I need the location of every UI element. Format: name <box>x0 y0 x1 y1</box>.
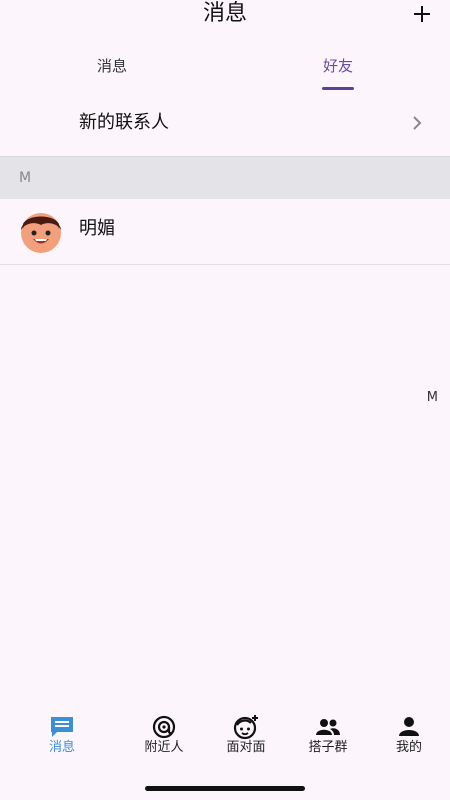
add-button[interactable] <box>408 0 436 28</box>
contact-name: 明媚 <box>79 218 115 239</box>
chat-bubble-icon <box>51 717 73 737</box>
nav-groups[interactable]: 搭子群 <box>288 706 368 766</box>
section-header: M <box>0 156 450 199</box>
active-tab-indicator <box>322 87 354 90</box>
nav-label: 搭子群 <box>308 740 348 755</box>
tab-friends[interactable]: 好友 <box>278 44 398 92</box>
tab-bar: 消息 好友 <box>0 44 450 94</box>
header: 消息 <box>0 0 450 30</box>
at-radar-icon <box>152 715 176 739</box>
avatar <box>21 213 61 253</box>
plus-icon <box>414 6 430 22</box>
nav-messages[interactable]: 消息 <box>22 706 102 766</box>
nav-label: 消息 <box>48 740 75 755</box>
section-letter: M <box>19 170 32 186</box>
contact-row[interactable]: 明媚 <box>0 198 450 265</box>
group-icon <box>316 719 340 735</box>
new-contacts-row[interactable]: 新的联系人 <box>0 100 450 156</box>
tab-messages[interactable]: 消息 <box>52 44 172 92</box>
chevron-right-icon <box>413 116 422 130</box>
nav-label: 我的 <box>395 740 422 755</box>
person-icon <box>399 717 419 736</box>
index-bar-letter[interactable]: M <box>427 390 438 405</box>
nav-profile[interactable]: 我的 <box>369 706 449 766</box>
home-indicator <box>145 786 305 791</box>
face-icon <box>233 715 258 740</box>
nav-label: 面对面 <box>226 740 266 755</box>
nav-face-to-face[interactable]: 面对面 <box>206 706 286 766</box>
nav-label: 附近人 <box>144 740 184 755</box>
new-contacts-label: 新的联系人 <box>79 112 169 133</box>
page-title: 消息 <box>202 1 247 26</box>
nav-nearby[interactable]: 附近人 <box>124 706 204 766</box>
